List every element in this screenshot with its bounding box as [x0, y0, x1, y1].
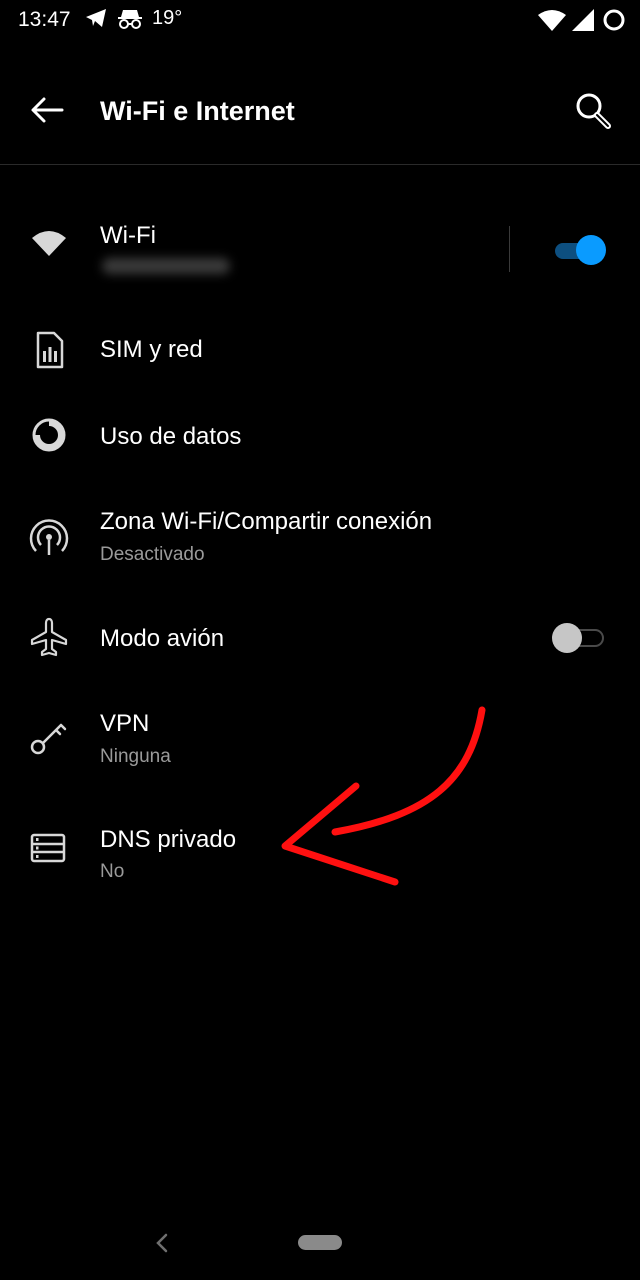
home-pill-button[interactable]: [298, 1235, 342, 1250]
annotation-arrow: [281, 706, 486, 886]
chevron-left-icon: [156, 1233, 168, 1253]
nav-back-button[interactable]: [153, 1231, 171, 1260]
